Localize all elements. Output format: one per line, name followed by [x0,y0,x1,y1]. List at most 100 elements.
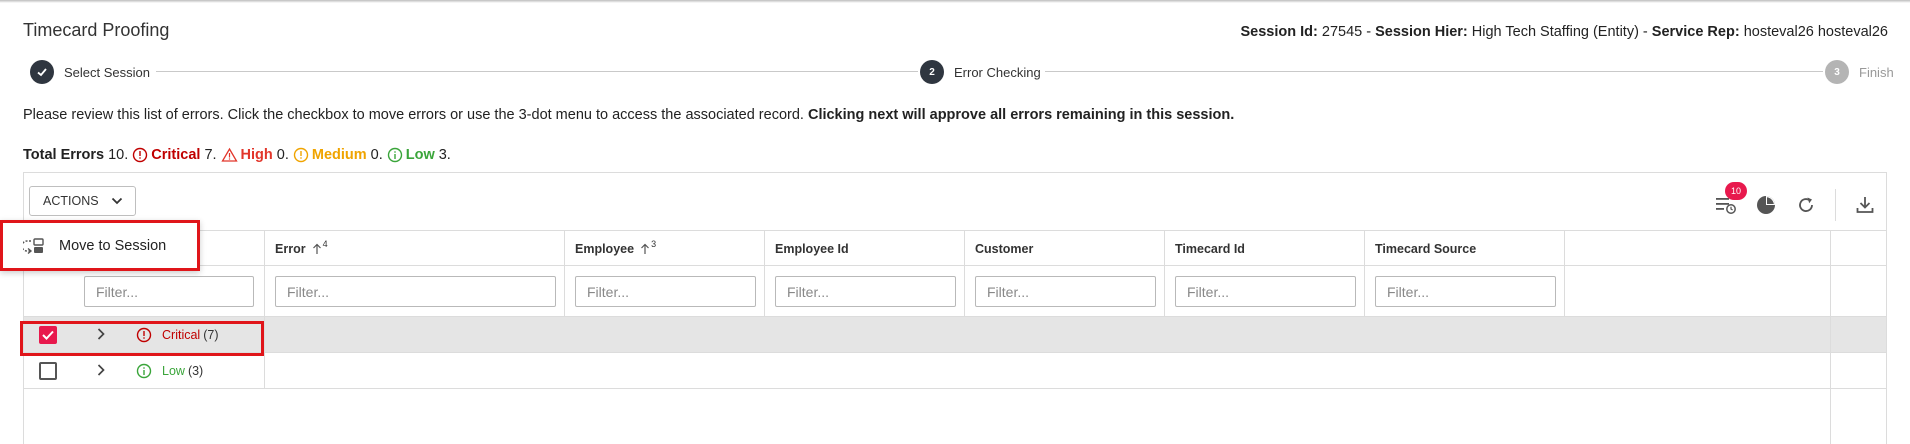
row-checkbox[interactable] [39,326,57,344]
pie-chart-icon[interactable] [1755,194,1777,216]
filter-cell: Filter... [264,266,564,316]
info-icon [387,147,402,163]
group-filter-input[interactable]: Filter... [84,276,254,307]
page-title: Timecard Proofing [23,20,170,40]
row-checkbox[interactable] [39,362,57,380]
session-hier-label: Session Hier: [1375,24,1468,40]
step-number: 3 [1825,60,1849,84]
step-select-session[interactable]: Select Session [30,59,150,85]
column-label: Error [275,241,306,256]
chevron-right-icon[interactable] [96,363,106,377]
critical-count: 7. [204,147,217,163]
column-header-employee[interactable]: Employee 3 [564,231,764,266]
column-header-timecard-id[interactable]: Timecard Id [1164,231,1364,266]
group-name: Low [162,364,185,378]
medium-summary: Medium 0. [293,147,383,163]
step-finish[interactable]: 3 Finish [1825,59,1894,85]
timecard-id-filter-input[interactable]: Filter... [1175,276,1356,307]
column-header-employee-id[interactable]: Employee Id [764,231,964,266]
chevron-right-icon[interactable] [96,327,106,341]
medium-label: Medium [311,147,367,163]
list-clock-icon[interactable]: 10 [1715,182,1747,216]
column-header-timecard-source[interactable]: Timecard Source [1364,231,1564,266]
group-label: Critical (7) [162,328,218,342]
low-label: Low [405,147,435,163]
sort-ascending-icon [640,243,650,255]
high-summary: High 0. [220,147,289,163]
column-header-error[interactable]: Error 4 [264,231,564,266]
step-label: Error Checking [954,64,1041,80]
group-row-critical[interactable]: Critical (7) [24,317,1886,353]
instructions: Please review this list of errors. Click… [23,107,1234,123]
filter-row: Filter... Filter... Filter... Filter... … [24,266,1886,317]
session-id-value: 27545 [1321,24,1363,40]
warning-icon [220,147,238,162]
actions-button[interactable]: ACTIONS [29,186,136,216]
filter-cell [1564,266,1831,316]
top-shadow [0,0,1910,3]
employee-id-filter-input[interactable]: Filter... [775,276,956,307]
info-icon [136,363,152,379]
cell-divider [264,317,265,353]
low-count: 3. [438,147,451,163]
filter-cell: Filter... [564,266,764,316]
sort-rank: 3 [651,238,657,249]
grid-right-divider [1830,230,1831,444]
group-count: (7) [203,328,219,342]
instructions-bold: Clicking next will approve all errors re… [807,107,1235,123]
step-connector [156,71,918,72]
notification-badge: 10 [1725,182,1747,200]
sort-rank: 4 [322,238,328,249]
errors-grid: ACTIONS 10 Error 4 Employee 3 Employee I… [23,172,1887,444]
step-label: Select Session [64,64,150,80]
checkmark-icon [42,330,54,340]
service-rep-value: hosteval26 hosteval26 [1743,24,1888,40]
separator: - [1638,24,1652,40]
cell-divider [264,353,265,389]
critical-icon [136,327,152,343]
step-error-checking[interactable]: 2 Error Checking [920,59,1041,85]
filter-cell: Filter... [1164,266,1364,316]
download-icon[interactable] [1854,194,1876,216]
critical-label: Critical [151,147,201,163]
move-to-session-menu-item[interactable]: Move to Session [0,220,200,271]
critical-icon [133,147,148,163]
actions-label: ACTIONS [43,194,99,208]
grid-toolbar: 10 [1697,182,1876,221]
filter-cell: Filter... [964,266,1164,316]
column-header-spacer [1564,231,1831,266]
error-totals: Total Errors 10. Critical 7. High 0. Mediu… [23,147,451,163]
refresh-icon[interactable] [1795,194,1817,216]
filter-cell: Filter... [764,266,964,316]
customer-filter-input[interactable]: Filter... [975,276,1156,307]
column-label: Timecard Id [1175,241,1245,256]
column-label: Customer [975,241,1034,256]
high-label: High [240,147,273,163]
step-label: Finish [1859,64,1894,80]
toolbar-divider [1835,189,1836,221]
move-session-icon [23,237,44,254]
high-count: 0. [276,147,289,163]
grid-header: Error 4 Employee 3 Employee Id Customer … [24,230,1886,266]
stepper: Select Session 2 Error Checking 3 Finish [30,59,1894,85]
service-rep-label: Service Rep: [1651,24,1740,40]
filter-cell: Filter... [1364,266,1564,316]
group-count: (3) [187,364,204,378]
low-summary: Low 3. [387,147,451,163]
group-name: Critical [162,328,201,342]
session-info: Session Id: 27545 - Session Hier: High T… [1240,24,1888,40]
column-label: Timecard Source [1375,241,1477,256]
chevron-down-icon [111,197,122,205]
timecard-source-filter-input[interactable]: Filter... [1375,276,1556,307]
separator: - [1362,24,1376,40]
session-hier-value: High Tech Staffing (Entity) [1471,24,1639,40]
column-header-customer[interactable]: Customer [964,231,1164,266]
medium-count: 0. [370,147,383,163]
menu-item-label: Move to Session [59,237,167,254]
group-row-low[interactable]: Low (3) [24,353,1886,389]
session-id-label: Session Id: [1240,24,1318,40]
total-errors-label: Total Errors [23,147,105,163]
sort-ascending-icon [312,243,322,255]
error-filter-input[interactable]: Filter... [275,276,556,307]
employee-filter-input[interactable]: Filter... [575,276,756,307]
